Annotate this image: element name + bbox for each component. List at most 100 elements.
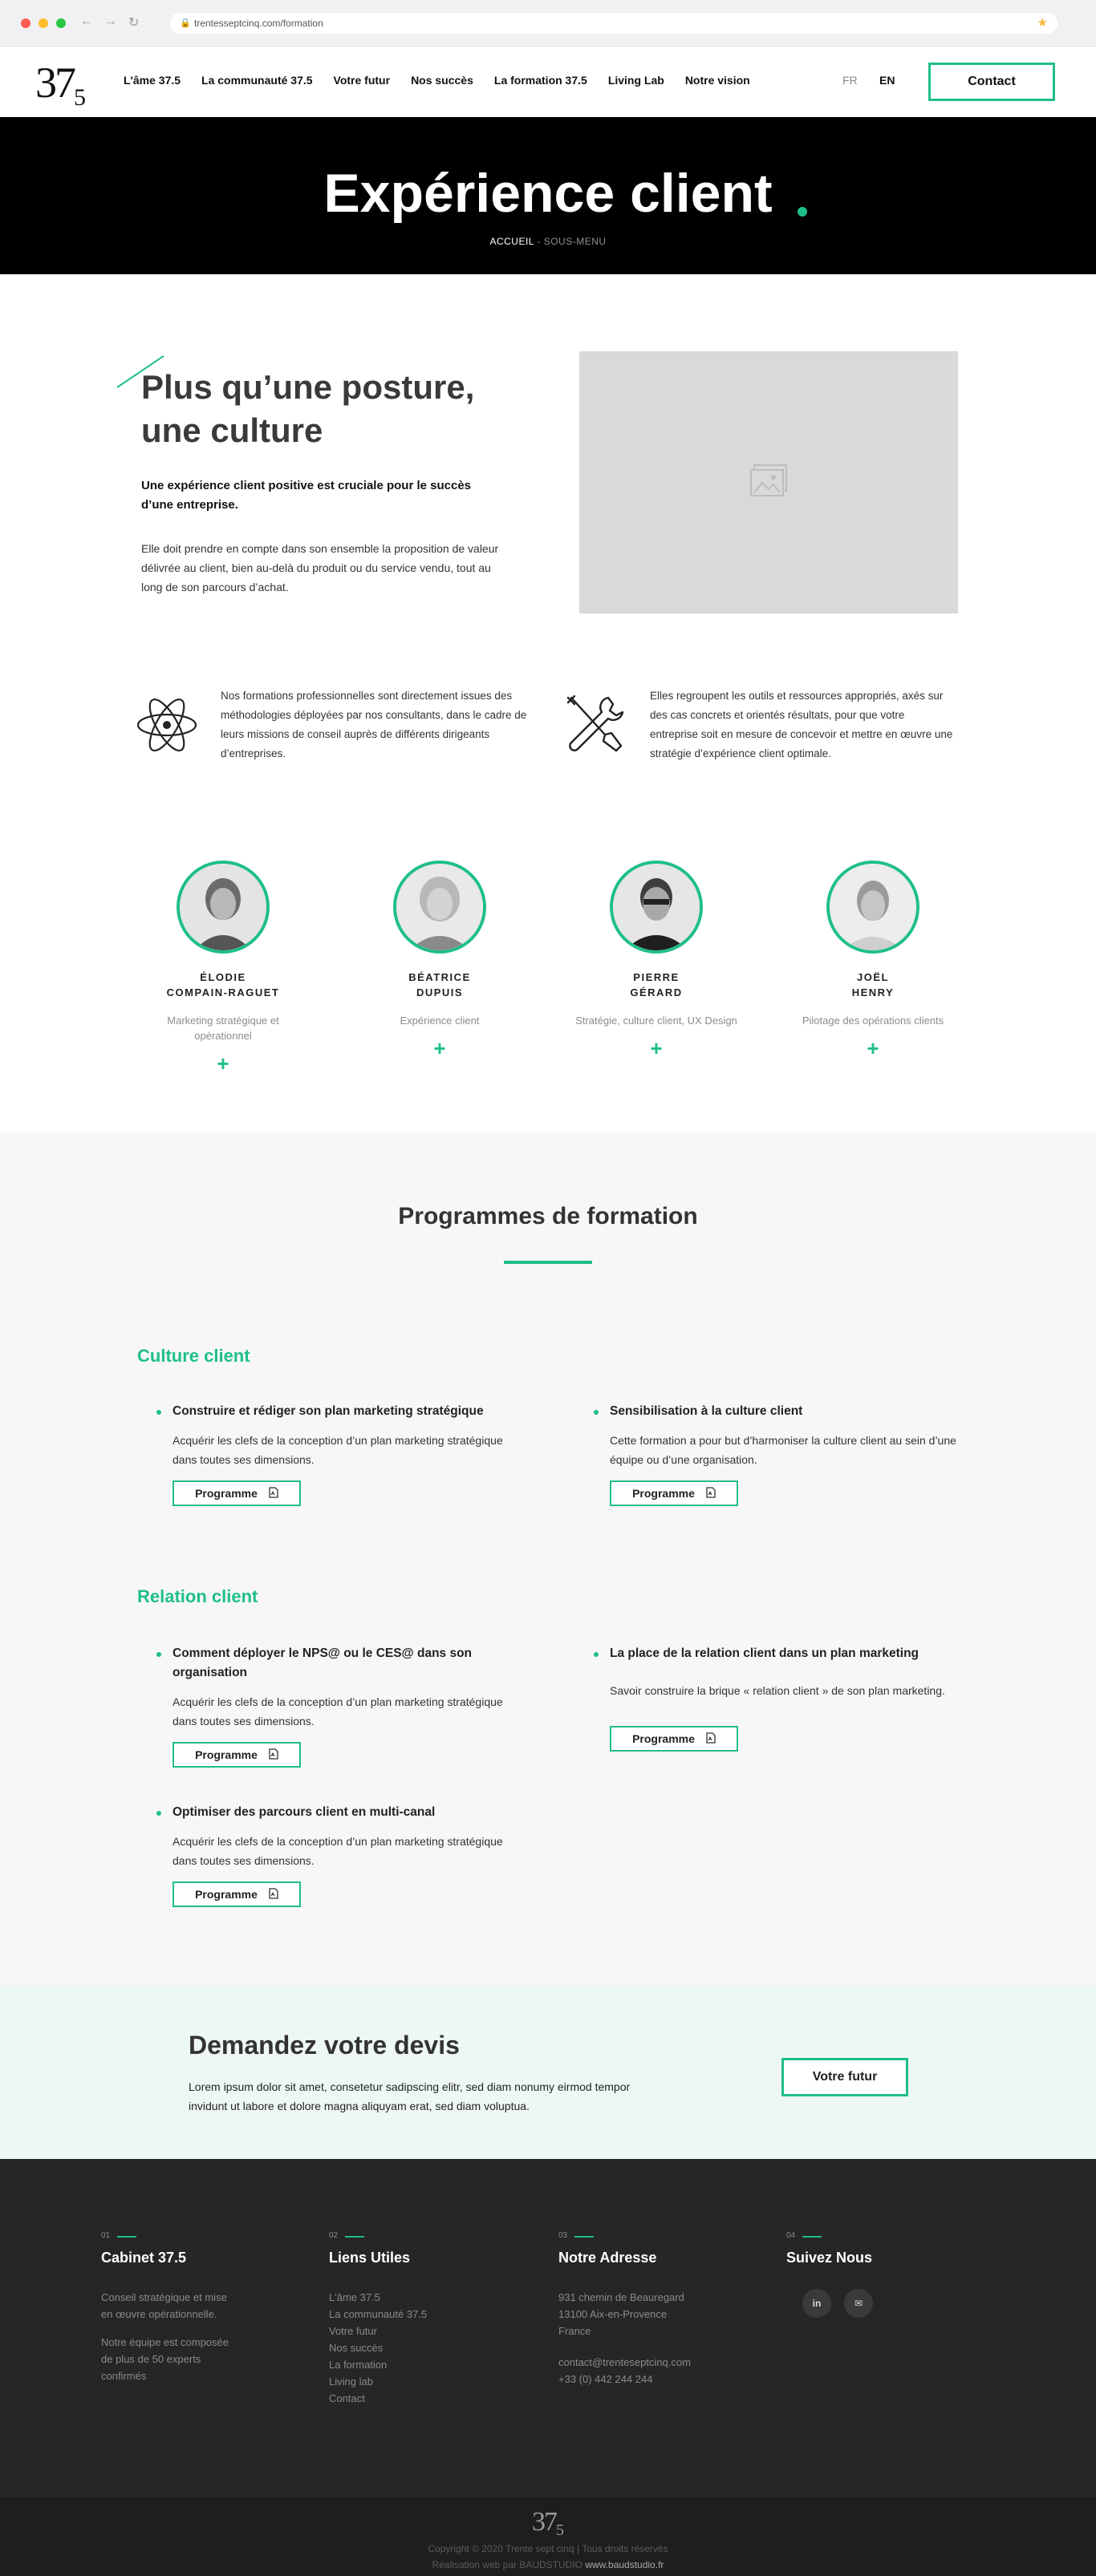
close-window-button[interactable] [21, 18, 30, 28]
footer-col-number: 01 [101, 2231, 294, 2240]
footer-col-number: 02 [329, 2231, 522, 2240]
intro-text: Elle doit prendre en compte dans son ens… [141, 542, 499, 593]
address-bar[interactable]: 🔒 trentesseptcinq.com/formation ★ [170, 13, 1057, 34]
forward-arrow-icon[interactable]: → [104, 14, 117, 30]
footer-logo-main: 37 [532, 2507, 558, 2537]
course-item: Construire et rédiger son plan marketing… [156, 1402, 526, 1506]
mail-icon[interactable]: ✉ [844, 2289, 873, 2318]
nav-item-nos-succes[interactable]: Nos succès [411, 74, 473, 87]
team-member-card[interactable]: ÉLODIE COMPAIN-RAGUET Marketing stratégiq… [139, 861, 307, 1074]
team-member-card[interactable]: PIERRE GÉRARD Stratégie, culture client, … [572, 861, 741, 1059]
programme-button[interactable]: Programme [173, 1480, 301, 1506]
plus-icon[interactable]: + [139, 1053, 307, 1074]
cta-text: Lorem ipsum dolor sit amet, consetetur s… [189, 2080, 631, 2112]
plus-icon[interactable]: + [355, 1038, 524, 1059]
copyright-text: Copyright © 2020 Trente sept cinq | Tous… [428, 2543, 668, 2554]
social-links: in ✉ [802, 2289, 979, 2318]
feature-text-tools: Elles regroupent les outils et ressource… [650, 690, 953, 759]
programme-button[interactable]: Programme [173, 1742, 301, 1768]
footer-phone-link[interactable]: +33 (0) 442 244 244 [558, 2371, 751, 2388]
credit-site-link[interactable]: www.baudstudio.fr [585, 2559, 664, 2570]
avatar [177, 861, 270, 954]
footer-col-title: Notre Adresse [558, 2250, 657, 2266]
browser-toolbar: ← → ↻ 🔒 trentesseptcinq.com/formation ★ [0, 0, 1096, 47]
maximize-window-button[interactable] [56, 18, 66, 28]
page-title: Expérience client [323, 163, 773, 224]
course-title: Sensibilisation à la culture client [594, 1402, 963, 1421]
member-first-name: BÉATRICE [408, 971, 471, 983]
programmes-title: Programmes de formation [398, 1203, 698, 1229]
course-title: Optimiser des parcours client en multi-c… [156, 1803, 526, 1822]
member-last-name: COMPAIN-RAGUET [166, 986, 280, 998]
votre-futur-button[interactable]: Votre futur [781, 2058, 908, 2096]
intro-title: Plus qu’une posture, une culture [141, 368, 475, 449]
programme-button-label: Programme [195, 1487, 258, 1500]
nav-item-votre-futur[interactable]: Votre futur [334, 74, 391, 87]
member-role: Expérience client [400, 1015, 480, 1027]
member-first-name: ÉLODIE [200, 971, 246, 983]
address-line: 13100 Aix-en-Provence [558, 2308, 668, 2320]
course-item: La place de la relation client dans un p… [594, 1644, 963, 1752]
contact-button[interactable]: Contact [928, 63, 1055, 101]
site-footer: 01 Cabinet 37.5 Conseil stratégique et m… [0, 2159, 1096, 2497]
atom-icon [135, 691, 199, 763]
footer-col-cabinet: 01 Cabinet 37.5 Conseil stratégique et m… [101, 2231, 294, 2384]
member-role: Marketing stratégique et opérationnel [167, 1015, 279, 1042]
lang-en-link[interactable]: EN [879, 74, 895, 87]
nav-item-communaute[interactable]: La communauté 37.5 [201, 74, 313, 87]
course-description: Acquérir les clefs de la conception d’un… [173, 1434, 503, 1466]
programme-button[interactable]: Programme [173, 1881, 301, 1907]
plus-icon[interactable]: + [572, 1038, 741, 1059]
footer-link[interactable]: La formation [329, 2356, 522, 2373]
nav-item-notre-vision[interactable]: Notre vision [685, 74, 750, 87]
breadcrumb-home-link[interactable]: ACCUEIL [489, 236, 534, 247]
course-item: Sensibilisation à la culture client Cett… [594, 1402, 963, 1506]
footer-link[interactable]: Living lab [329, 2373, 522, 2390]
course-description: Acquérir les clefs de la conception d’un… [173, 1835, 503, 1867]
nav-item-living-lab[interactable]: Living Lab [608, 74, 664, 87]
footer-col-number: 04 [786, 2231, 979, 2240]
programme-button[interactable]: Programme [610, 1480, 738, 1506]
member-role: Pilotage des opérations clients [802, 1015, 944, 1027]
footer-address: 931 chemin de Beauregard 13100 Aix-en-Pr… [558, 2289, 751, 2339]
browser-nav: ← → ↻ [80, 14, 139, 30]
team-member-card[interactable]: JOËL HENRY Pilotage des opérations client… [789, 861, 957, 1059]
footer-link[interactable]: La communauté 37.5 [329, 2306, 522, 2323]
feature-text-methods: Nos formations professionnelles sont dir… [221, 690, 527, 759]
programme-button[interactable]: Programme [610, 1726, 738, 1752]
footer-logo[interactable]: 375 [0, 2507, 1096, 2540]
member-first-name: JOËL [857, 971, 889, 983]
site-logo[interactable]: 375 [35, 61, 86, 119]
footer-email-link[interactable]: contact@trenteseptcinq.com [558, 2354, 751, 2371]
footer-link[interactable]: L'âme 37.5 [329, 2289, 522, 2306]
team-member-card[interactable]: BÉATRICE DUPUIS Expérience client + [355, 861, 524, 1059]
footer-col-social: 04 Suivez Nous in ✉ [786, 2231, 979, 2318]
course-item: Comment déployer le NPS@ ou le CES@ dans… [156, 1644, 526, 1768]
pdf-icon [706, 1732, 716, 1746]
bookmark-star-icon[interactable]: ★ [1037, 15, 1048, 30]
reload-icon[interactable]: ↻ [128, 14, 139, 30]
back-arrow-icon[interactable]: ← [80, 14, 93, 30]
pdf-icon [269, 1887, 278, 1902]
lang-fr-link[interactable]: FR [842, 74, 858, 87]
footer-link[interactable]: Votre futur [329, 2323, 522, 2339]
logo-main: 37 [35, 59, 76, 107]
nav-item-ame[interactable]: L'âme 37.5 [124, 74, 181, 87]
footer-text: Notre équipe est composée de plus de 50 … [101, 2336, 229, 2382]
course-title: Comment déployer le NPS@ ou le CES@ dans… [156, 1644, 526, 1683]
footer-link[interactable]: Nos succès [329, 2339, 522, 2356]
footer-link[interactable]: Contact [329, 2390, 522, 2407]
pdf-icon [269, 1486, 278, 1501]
window-controls [21, 18, 66, 28]
footer-col-title: Suivez Nous [786, 2250, 873, 2266]
nav-item-formation[interactable]: La formation 37.5 [494, 74, 587, 87]
linkedin-icon[interactable]: in [802, 2289, 831, 2318]
copyright: Copyright © 2020 Trente sept cinq | Tous… [0, 2541, 1096, 2573]
member-last-name: DUPUIS [416, 986, 464, 998]
programme-button-label: Programme [195, 1748, 258, 1761]
footer-contact: contact@trenteseptcinq.com +33 (0) 442 2… [558, 2354, 751, 2388]
minimize-window-button[interactable] [39, 18, 48, 28]
plus-icon[interactable]: + [789, 1038, 957, 1059]
footer-col-title: Liens Utiles [329, 2250, 411, 2266]
member-name: BÉATRICE DUPUIS [355, 970, 524, 1000]
